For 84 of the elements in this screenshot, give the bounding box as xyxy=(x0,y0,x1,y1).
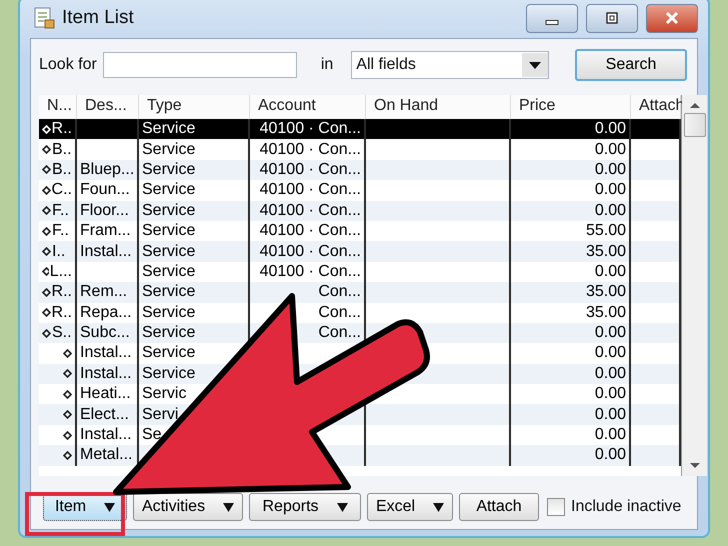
table-cell: 35.00 xyxy=(586,242,626,262)
table-cell: S.. xyxy=(52,323,72,344)
table-cell: Metal... xyxy=(80,445,132,466)
table-cell: 40100 · Con... xyxy=(260,160,361,180)
table-cell: 0.00 xyxy=(594,200,626,221)
table-cell: 0.00 xyxy=(594,262,626,282)
table-cell: 0.00 xyxy=(594,180,626,200)
table-row[interactable]: R.. Service 40100 · Con... 0.00 xyxy=(39,119,681,140)
toolbar-button[interactable]: Reports xyxy=(249,493,361,521)
table-cell: Instal... xyxy=(80,343,132,364)
table-cell: F.. xyxy=(52,200,69,221)
table-cell: Instal... xyxy=(80,364,132,384)
checkbox-label: Include inactive xyxy=(571,498,682,516)
table-cell: Service xyxy=(142,262,196,282)
table-cell: R.. xyxy=(52,302,72,323)
table-cell: Servi xyxy=(142,404,178,425)
look-for-label: Look for xyxy=(39,56,97,74)
toolbar-button[interactable]: Attach xyxy=(459,493,539,521)
table-cell: Service xyxy=(142,180,196,200)
table-cell: B.. xyxy=(52,140,72,160)
table-cell: Servic xyxy=(142,384,186,404)
table-row[interactable]: F.. Floor... Service 40100 · Con... 0.00 xyxy=(39,200,681,221)
table-cell: L... xyxy=(50,262,72,282)
table-cell: Elect... xyxy=(80,404,129,425)
table-cell: R.. xyxy=(52,119,72,140)
table-cell: 40100 · Con... xyxy=(260,180,361,200)
table-cell: 35.00 xyxy=(586,302,626,323)
table-cell: Service xyxy=(142,302,196,323)
table-row[interactable]: B.. Bluep... Service 40100 · Con... 0.00 xyxy=(39,160,681,180)
table-cell: Fram... xyxy=(80,221,131,242)
table-cell: 35.00 xyxy=(586,282,626,302)
table-cell: 40100 · Con... xyxy=(260,200,361,221)
field-dropdown[interactable]: All fields xyxy=(351,51,550,79)
table-cell: R.. xyxy=(52,282,72,302)
table-cell: I.. xyxy=(52,242,66,262)
window-title: Item List xyxy=(62,7,135,29)
table-cell: Repa... xyxy=(80,302,132,323)
table-cell: 0.00 xyxy=(594,384,626,404)
table-cell: 40100 · Con... xyxy=(260,119,361,140)
table-cell: 40100 · Con... xyxy=(260,140,361,160)
in-label: in xyxy=(320,56,334,74)
table-cell: F.. xyxy=(52,221,69,242)
table-cell: 0.00 xyxy=(594,343,626,364)
table-cell: Rem... xyxy=(80,282,128,302)
table-cell: Service xyxy=(142,343,196,364)
table-cell: 0.00 xyxy=(594,425,626,446)
table-cell: Se xyxy=(142,425,162,446)
search-button[interactable]: Search xyxy=(575,49,687,81)
table-cell: 0.00 xyxy=(594,323,626,344)
table-cell: B.. xyxy=(52,160,72,180)
table-cell: Service xyxy=(142,282,196,302)
table-cell: Service xyxy=(142,119,196,140)
table-cell: Con... xyxy=(318,302,361,323)
table-cell: Instal... xyxy=(80,425,132,446)
table-cell: Service xyxy=(142,140,196,160)
table-cell: Service xyxy=(142,364,196,384)
toolbar-button[interactable]: Excel xyxy=(367,493,453,521)
table-cell: Bluep... xyxy=(80,160,134,180)
table-cell: 0.00 xyxy=(594,160,626,180)
table-cell: Service xyxy=(142,200,196,221)
table-cell: 55.00 xyxy=(586,221,626,242)
table-cell: 0.00 xyxy=(594,364,626,384)
table-cell: 40100 · Con... xyxy=(260,242,361,262)
table-cell: Service xyxy=(142,323,196,344)
table-cell: 40100 · Con... xyxy=(260,262,361,282)
table-cell: Service xyxy=(142,160,196,180)
table-cell: Service xyxy=(142,242,196,262)
table-cell: 0.00 xyxy=(594,140,626,160)
table-cell: Foun... xyxy=(80,180,130,200)
table-cell: C.. xyxy=(52,180,72,200)
table-cell: Floor... xyxy=(80,200,129,221)
table-cell: 0.00 xyxy=(594,119,626,140)
table-cell: Service xyxy=(142,221,196,242)
table-cell: Heati... xyxy=(80,384,131,404)
table-cell: 0.00 xyxy=(594,445,626,466)
table-cell: Con... xyxy=(318,323,361,344)
table-cell: 0.00 xyxy=(594,404,626,425)
table-cell: Subc... xyxy=(80,323,130,344)
table-cell: Instal... xyxy=(80,242,132,262)
table-row[interactable]: R.. Rem... Service Con... 35.00 xyxy=(39,282,681,303)
toolbar-button[interactable]: Activities xyxy=(133,493,243,521)
table-cell: 40100 · Con... xyxy=(260,221,361,242)
table-cell: Con... xyxy=(318,282,361,302)
table-row[interactable]: I.. Instal... Service 40100 · Con... 35.00 xyxy=(39,241,681,262)
